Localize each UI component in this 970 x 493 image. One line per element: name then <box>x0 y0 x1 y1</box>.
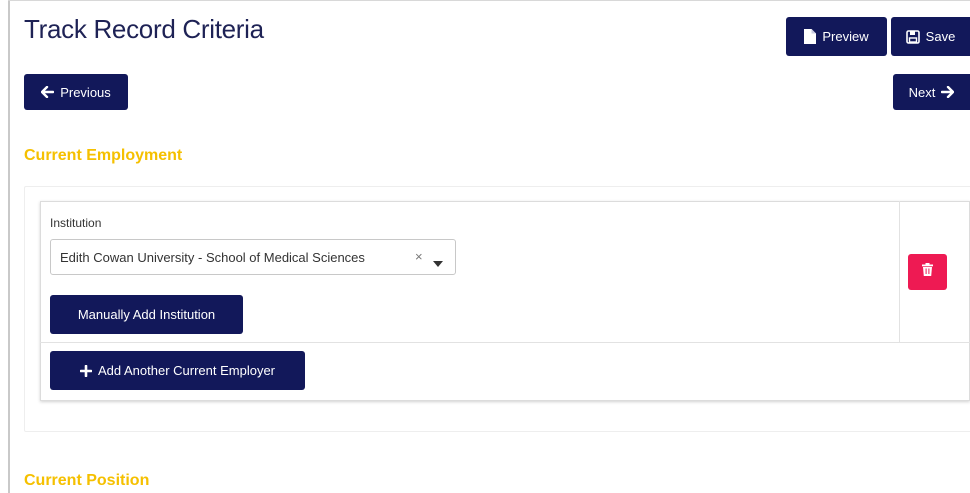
arrow-left-icon <box>41 86 55 98</box>
left-border <box>8 0 10 493</box>
add-another-employer-button[interactable]: Add Another Current Employer <box>50 351 305 390</box>
institution-label: Institution <box>50 216 102 230</box>
previous-button[interactable]: Previous <box>24 74 128 110</box>
next-label: Next <box>908 84 936 100</box>
divider <box>40 342 970 343</box>
manually-add-institution-button[interactable]: Manually Add Institution <box>50 295 243 334</box>
top-border <box>8 0 970 1</box>
preview-label: Preview <box>822 29 869 44</box>
previous-label: Previous <box>60 84 111 100</box>
delete-employer-button[interactable] <box>908 254 947 290</box>
institution-select[interactable]: Edith Cowan University - School of Medic… <box>50 239 456 275</box>
file-icon <box>804 29 817 44</box>
next-button[interactable]: Next <box>893 74 970 110</box>
clear-icon[interactable]: × <box>415 249 423 264</box>
arrow-right-icon <box>941 86 955 98</box>
page-title: Track Record Criteria <box>24 14 264 44</box>
save-label: Save <box>925 29 956 44</box>
caret-down-icon[interactable] <box>433 254 443 272</box>
floppy-disk-icon <box>905 29 920 44</box>
trash-icon <box>922 263 933 281</box>
plus-icon <box>79 364 92 377</box>
preview-button[interactable]: Preview <box>786 17 887 56</box>
add-another-employer-label: Add Another Current Employer <box>97 363 276 378</box>
manually-add-institution-label: Manually Add Institution <box>77 307 216 322</box>
institution-select-value: Edith Cowan University - School of Medic… <box>60 249 365 265</box>
save-button[interactable]: Save <box>891 17 970 56</box>
section-heading-current-employment: Current Employment <box>24 147 183 164</box>
section-heading-current-position: Current Position <box>24 472 150 489</box>
divider <box>899 201 900 343</box>
